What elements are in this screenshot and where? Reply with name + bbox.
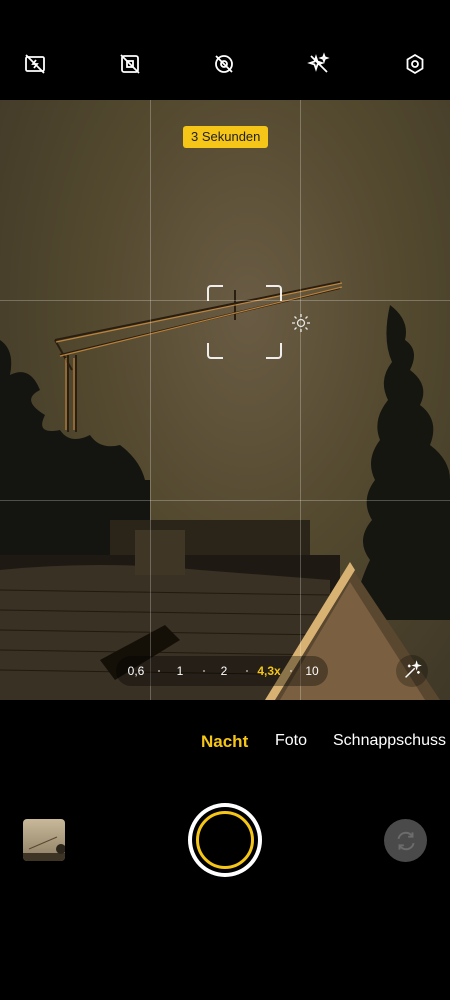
camera-switch-icon: [396, 831, 415, 850]
zoom-option-2[interactable]: 2: [214, 656, 234, 686]
mode-selector: Nacht Foto Schnappschuss: [0, 700, 450, 780]
magic-wand-icon: [405, 660, 422, 678]
switch-camera-button[interactable]: [384, 819, 427, 862]
top-toolbar: [0, 0, 450, 100]
flash-off-icon[interactable]: [21, 50, 49, 78]
zoom-option-0.6[interactable]: 0,6: [122, 656, 150, 686]
zoom-tick: [246, 670, 248, 672]
zoom-tick: [203, 670, 205, 672]
exposure-sun-icon[interactable]: [290, 312, 312, 334]
mode-schnappschuss[interactable]: Schnappschuss: [333, 732, 446, 750]
zoom-option-4.3x[interactable]: 4,3x: [252, 656, 286, 686]
camera-viewfinder[interactable]: 3 Sekunden 0,6 1 2 4,3x 10: [0, 100, 450, 700]
shutter-button[interactable]: [188, 803, 262, 877]
mode-nacht[interactable]: Nacht: [201, 732, 248, 752]
zoom-option-10[interactable]: 10: [300, 656, 324, 686]
grid-line: [300, 100, 301, 700]
focus-frame[interactable]: [207, 285, 282, 359]
ai-enhance-icon[interactable]: [305, 50, 333, 78]
live-photo-off-icon[interactable]: [116, 50, 144, 78]
zoom-selector: 0,6 1 2 4,3x 10: [116, 656, 328, 686]
zoom-tick: [290, 670, 292, 672]
mode-foto[interactable]: Foto: [275, 732, 307, 750]
settings-icon[interactable]: [401, 50, 429, 78]
zoom-tick: [158, 670, 160, 672]
viewfinder-scene: [0, 281, 450, 700]
shutter-ring: [196, 811, 254, 869]
gallery-thumbnail[interactable]: [23, 819, 65, 861]
grid-line: [150, 100, 151, 700]
zoom-option-1[interactable]: 1: [170, 656, 190, 686]
grid-line: [0, 500, 450, 501]
magic-wand-button[interactable]: [396, 655, 428, 687]
timer-badge: 3 Sekunden: [183, 126, 269, 148]
motion-off-icon[interactable]: [210, 50, 238, 78]
